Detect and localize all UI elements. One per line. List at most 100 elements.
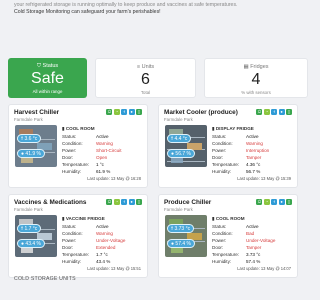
fridge-icon: ▮ xyxy=(62,216,65,221)
status-card: ⛉ Status Safe All within range xyxy=(8,58,87,98)
power-icon[interactable]: ⏻ xyxy=(106,109,113,115)
device-type: ▮ DISPLAY FRIDGE xyxy=(212,126,254,131)
fridge-photo: ϯ 4.4 °c ● 56.7 % xyxy=(165,125,207,167)
last-update: Last update: 13 May @ 14:07 xyxy=(237,266,291,271)
thermometer-icon[interactable]: ϯ xyxy=(271,109,278,115)
unit-location: Farmdale Park xyxy=(14,117,43,122)
unit-title: Produce Chiller xyxy=(164,199,212,206)
humidity-value: 43.4 % xyxy=(96,258,111,264)
units-label: Units xyxy=(141,64,155,70)
unit-title: Harvest Chiller xyxy=(14,109,60,116)
device-type: ▮ COOL ROOM xyxy=(212,216,245,221)
temp-pill: ϯ 3.73 °c xyxy=(167,224,195,233)
fridges-label: Fridges xyxy=(250,64,269,70)
unit-card-produce-chiller[interactable]: Produce Chiller Farmdale Park ⏻ ◔ ϯ ● ▯ … xyxy=(158,194,298,278)
unit-title: Vaccines & Medications xyxy=(14,199,87,206)
unit-details: Status: Active Condition: Bad Power: Under-… xyxy=(212,223,276,264)
unit-location: Farmdale Park xyxy=(164,207,193,212)
fridge-photo: ϯ 3.6 °c ● 41.9 % xyxy=(15,125,57,167)
status-value: Active xyxy=(246,133,259,139)
humidity-pill: ● 57.4 % xyxy=(167,239,195,248)
door-value: Open xyxy=(96,154,108,160)
thermometer-icon: ϯ xyxy=(171,136,174,142)
fridge-photo: ϯ 1.7 °c ● 43.4 % xyxy=(15,215,57,257)
fridges-value: 4 xyxy=(251,71,261,88)
last-update: Last update: 13 May @ 15:39 xyxy=(237,176,291,181)
intro-text: your refrigerated storage is running opt… xyxy=(14,2,294,16)
units-value: 6 xyxy=(141,71,150,88)
temp-pill: ϯ 1.7 °c xyxy=(17,224,42,233)
last-update: Last update: 13 May @ 15:51 xyxy=(87,266,141,271)
power-icon[interactable]: ⏻ xyxy=(106,199,113,205)
temperature-value: 4.36 °c xyxy=(246,161,261,167)
temp-pill: ϯ 4.4 °c xyxy=(167,134,192,143)
droplet-icon[interactable]: ● xyxy=(278,109,285,115)
droplet-icon[interactable]: ● xyxy=(128,199,135,205)
door-icon[interactable]: ▯ xyxy=(136,109,142,115)
humidity-value: 56.7 % xyxy=(246,168,261,174)
condition-value: Bad xyxy=(246,230,255,236)
humidity-value: 61.9 % xyxy=(96,168,111,174)
temperature-value: 1 °c xyxy=(96,161,104,167)
humidity-pill: ● 56.7 % xyxy=(167,149,195,158)
fridges-card: ▦ Fridges 4 % with sensors xyxy=(204,58,308,98)
layers-icon: ≡ xyxy=(136,64,141,70)
wifi-icon[interactable]: ◔ xyxy=(113,199,120,205)
fridge-icon: ▮ xyxy=(62,126,65,131)
intro-line-2: Cold Storage Monitoring can safeguard yo… xyxy=(14,9,161,15)
door-icon[interactable]: ▯ xyxy=(286,199,292,205)
status-label: Status xyxy=(42,63,59,69)
door-value: Extended xyxy=(96,244,116,250)
grid-icon: ▦ xyxy=(243,64,249,70)
unit-title: Market Cooler (produce) xyxy=(164,109,238,116)
door-icon[interactable]: ▯ xyxy=(136,199,142,205)
droplet-icon: ● xyxy=(171,241,175,247)
thermometer-icon[interactable]: ϯ xyxy=(121,199,128,205)
units-card: ≡ Units 6 Total xyxy=(95,58,196,98)
humidity-value: 57.4 % xyxy=(246,258,261,264)
condition-value: Warning xyxy=(96,230,113,236)
temperature-value: 1.7 °c xyxy=(96,251,108,257)
status-value: Active xyxy=(96,133,109,139)
unit-details: Status: Active Condition: Warning Power: Un… xyxy=(62,223,126,264)
unit-location: Farmdale Park xyxy=(14,207,43,212)
condition-value: Warning xyxy=(96,140,113,146)
door-icon[interactable]: ▯ xyxy=(286,109,292,115)
power-icon[interactable]: ⏻ xyxy=(256,109,263,115)
thermometer-icon[interactable]: ϯ xyxy=(271,199,278,205)
unit-details: Status: Active Condition: Warning Power: In… xyxy=(212,133,270,174)
units-sub: Total xyxy=(140,90,151,95)
droplet-icon: ● xyxy=(171,151,175,157)
last-update: Last update: 13 May @ 16:28 xyxy=(87,176,141,181)
thermometer-icon[interactable]: ϯ xyxy=(121,109,128,115)
section-heading: COLD STORAGE UNITS xyxy=(14,276,76,282)
humidity-pill: ● 43.4 % xyxy=(17,239,45,248)
device-type: ▮ VACCINE FRIDGE xyxy=(62,216,105,221)
status-value: Active xyxy=(96,223,109,229)
status-sub: All within range xyxy=(32,89,63,94)
unit-card-market-cooler[interactable]: Market Cooler (produce) Farmdale Park ⏻ … xyxy=(158,104,298,188)
shield-icon: ⛉ xyxy=(36,63,41,69)
unit-details: Status: Active Condition: Warning Power: Sh… xyxy=(62,133,122,174)
fridge-photo: ϯ 3.73 °c ● 57.4 % xyxy=(165,215,207,257)
fridge-icon: ▮ xyxy=(212,216,215,221)
door-value: Tamper xyxy=(246,154,262,160)
power-value: Under-Voltage xyxy=(246,237,276,243)
device-type: ▮ COOL ROOM xyxy=(62,126,95,131)
door-value: Tamper xyxy=(246,244,262,250)
power-value: Interruption xyxy=(246,147,270,153)
power-value: Short-Circuit xyxy=(96,147,122,153)
condition-value: Warning xyxy=(246,140,263,146)
thermometer-icon: ϯ xyxy=(171,226,174,232)
unit-location: Farmdale Park xyxy=(164,117,193,122)
wifi-icon[interactable]: ◔ xyxy=(263,109,270,115)
power-value: Under-Voltage xyxy=(96,237,126,243)
unit-card-harvest-chiller[interactable]: Harvest Chiller Farmdale Park ⏻ ◔ ϯ ● ▯ … xyxy=(8,104,148,188)
wifi-icon[interactable]: ◔ xyxy=(113,109,120,115)
power-icon[interactable]: ⏻ xyxy=(256,199,263,205)
droplet-icon: ● xyxy=(21,241,25,247)
wifi-icon[interactable]: ◔ xyxy=(263,199,270,205)
droplet-icon[interactable]: ● xyxy=(128,109,135,115)
unit-card-vaccines[interactable]: Vaccines & Medications Farmdale Park ⏻ ◔… xyxy=(8,194,148,278)
droplet-icon[interactable]: ● xyxy=(278,199,285,205)
